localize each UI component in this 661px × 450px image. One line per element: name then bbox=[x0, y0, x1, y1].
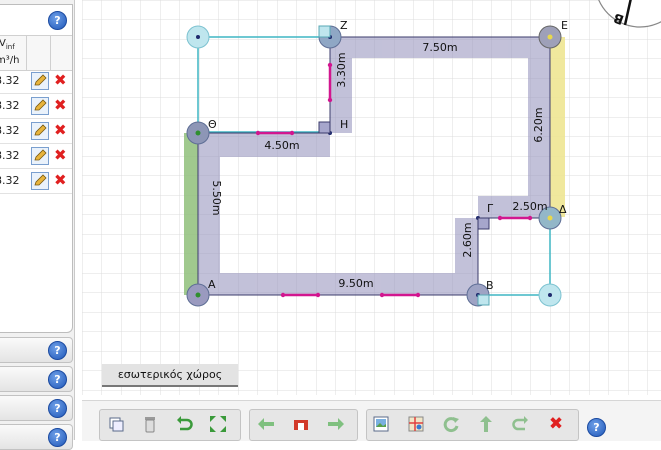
vinf-subscript: inf bbox=[5, 43, 15, 51]
vinf-value: 8.32 bbox=[0, 99, 20, 112]
door-icon[interactable] bbox=[290, 413, 312, 435]
dim-label-GD: 2.50m bbox=[512, 200, 547, 213]
close-icon[interactable]: ✖ bbox=[545, 413, 567, 435]
map-icon[interactable] bbox=[405, 413, 427, 435]
edit-icon[interactable] bbox=[31, 147, 49, 165]
vinf-header: Vinf m³/h bbox=[0, 37, 19, 67]
table-row: 8.32 ✖ bbox=[0, 94, 72, 119]
vertex-label-Theta: Θ bbox=[208, 118, 217, 131]
help-icon[interactable]: ? bbox=[48, 11, 67, 30]
dim-label-AB: 9.50m bbox=[338, 277, 373, 290]
adjacent-wall-band-yellow bbox=[550, 37, 565, 217]
vertex-dot bbox=[195, 130, 201, 136]
vertex-label-Delta: Δ bbox=[559, 203, 567, 216]
edit-icon[interactable] bbox=[31, 97, 49, 115]
edit-icon[interactable] bbox=[31, 122, 49, 140]
grid bbox=[82, 0, 661, 395]
vertex-dot bbox=[547, 215, 553, 221]
edit-icon[interactable] bbox=[31, 172, 49, 190]
room-type-label: εσωτερικός χώρος bbox=[102, 364, 238, 387]
dim-label-GB: 2.60m bbox=[461, 222, 474, 257]
vertex-label-Z: Z bbox=[340, 19, 348, 32]
vertex-label-H: H bbox=[340, 118, 348, 131]
edit-icon[interactable] bbox=[31, 72, 49, 90]
help-icon[interactable]: ? bbox=[48, 341, 67, 360]
vertex-dot bbox=[195, 292, 201, 298]
vinf-value: 8.32 bbox=[0, 174, 20, 187]
floor-plan-canvas[interactable]: 7.50m 4.50m 9.50m 2.50m 3.30m 6.20m 2.60… bbox=[82, 0, 661, 395]
image-icon[interactable] bbox=[370, 413, 392, 435]
arrow-right-icon[interactable] bbox=[325, 413, 347, 435]
ventilation-table: ? Vinf m³/h 8.32 ✖ 8.32 ✖ 8.32 ✖ 8.32 ✖ bbox=[0, 4, 73, 333]
vinf-unit: m³/h bbox=[0, 55, 20, 66]
dim-label-ThetaA: 5.50m bbox=[210, 180, 223, 215]
undo-icon[interactable] bbox=[173, 413, 195, 435]
fit-screen-icon[interactable] bbox=[207, 413, 229, 435]
delete-icon[interactable]: ✖ bbox=[54, 71, 67, 89]
vertex-label-Gamma: Γ bbox=[487, 202, 494, 215]
refresh-icon[interactable] bbox=[440, 413, 462, 435]
dim-label-ED: 6.20m bbox=[532, 107, 545, 142]
dim-label-ZH: 3.30m bbox=[335, 52, 348, 87]
corner-square bbox=[477, 217, 490, 230]
delete-icon[interactable]: ✖ bbox=[54, 146, 67, 164]
arrow-left-icon[interactable] bbox=[255, 413, 277, 435]
corner-square bbox=[477, 294, 490, 306]
table-row: 8.32 ✖ bbox=[0, 69, 72, 94]
arrow-up-icon[interactable] bbox=[475, 413, 497, 435]
dim-label-ThetaH: 4.50m bbox=[264, 139, 299, 152]
vertex-dot bbox=[547, 34, 553, 40]
table-row: 8.32 ✖ bbox=[0, 119, 72, 144]
adjacent-wall-band-green bbox=[184, 133, 198, 295]
left-panel: ? Vinf m³/h 8.32 ✖ 8.32 ✖ 8.32 ✖ 8.32 ✖ bbox=[0, 0, 75, 450]
vinf-value: 8.32 bbox=[0, 149, 20, 162]
accordion-bar[interactable]: ? bbox=[0, 424, 73, 450]
vinf-value: 8.32 bbox=[0, 124, 20, 137]
delete-icon[interactable]: ✖ bbox=[54, 121, 67, 139]
redo-icon[interactable] bbox=[510, 413, 532, 435]
vinf-value: 8.32 bbox=[0, 74, 20, 87]
help-icon[interactable]: ? bbox=[587, 418, 606, 437]
delete-icon[interactable]: ✖ bbox=[54, 171, 67, 189]
help-icon[interactable]: ? bbox=[48, 399, 67, 418]
corner-square bbox=[318, 121, 331, 134]
delete-icon[interactable]: ✖ bbox=[54, 96, 67, 114]
bin-icon[interactable] bbox=[139, 413, 161, 435]
vertex-label-E: E bbox=[561, 19, 568, 32]
help-icon[interactable]: ? bbox=[48, 428, 67, 447]
vertex-label-B: B bbox=[486, 279, 494, 292]
table-row: 8.32 ✖ bbox=[0, 144, 72, 169]
accordion-bar[interactable]: ? bbox=[0, 337, 73, 363]
copy-icon[interactable] bbox=[105, 413, 127, 435]
dim-label-ZE: 7.50m bbox=[422, 41, 457, 54]
table-row: 8.32 ✖ bbox=[0, 169, 72, 194]
vertex-label-A: A bbox=[208, 278, 216, 291]
corner-square bbox=[318, 25, 331, 38]
help-icon[interactable]: ? bbox=[48, 370, 67, 389]
accordion-bar[interactable]: ? bbox=[0, 395, 73, 421]
accordion-bar[interactable]: ? bbox=[0, 366, 73, 392]
bottom-toolbar: ✖ ? bbox=[82, 400, 661, 441]
